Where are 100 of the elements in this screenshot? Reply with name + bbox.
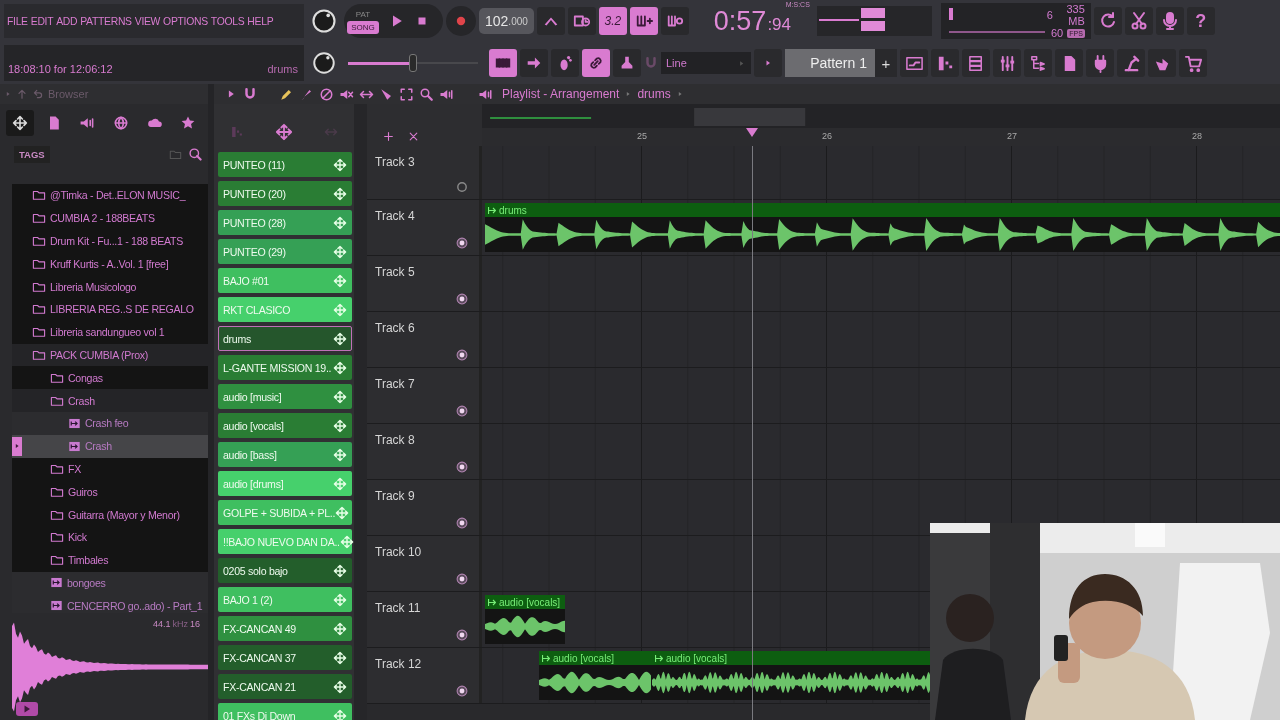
track-header[interactable]: Track 9	[367, 480, 482, 535]
track-header[interactable]: Track 12	[367, 648, 482, 703]
clip-source[interactable]: audio [bass]	[218, 442, 352, 467]
volume-knob[interactable]	[310, 7, 338, 35]
tree-item[interactable]: LIBRERIA REG..S DE REGALO	[12, 298, 208, 321]
browser-button[interactable]	[1024, 49, 1052, 77]
breadcrumb[interactable]: drums	[637, 87, 671, 101]
dot-icon	[455, 572, 469, 586]
tree-item[interactable]: FX	[12, 457, 208, 481]
magnet-icon[interactable]	[243, 87, 257, 101]
search-icon[interactable]	[188, 147, 202, 161]
clip-source[interactable]: PUNTEO (29)	[218, 239, 352, 264]
preview-play-button[interactable]	[16, 702, 38, 716]
arrow-button[interactable]	[520, 49, 548, 77]
clip-source[interactable]: FX-CANCAN 37	[218, 645, 352, 670]
scrollbar[interactable]	[354, 104, 367, 720]
snap-select[interactable]: Line	[661, 52, 751, 74]
menu-item[interactable]: EDIT	[30, 15, 54, 27]
menu-item[interactable]: TOOLS	[210, 15, 245, 27]
track-header[interactable]: Track 11	[367, 592, 482, 647]
clip-source[interactable]: FX-CANCAN 21	[218, 674, 352, 699]
tree-item[interactable]: Congas	[12, 366, 208, 390]
tree-item[interactable]: Crash	[12, 389, 208, 412]
zoom-icon[interactable]	[419, 86, 434, 102]
link-button[interactable]	[582, 49, 610, 77]
star-icon	[180, 115, 197, 131]
clip-source[interactable]: PUNTEO (11)	[218, 152, 352, 177]
tree-item[interactable]: Libreria sandungueo vol 1	[12, 320, 208, 344]
mode-toggle[interactable]: PAT	[347, 8, 379, 21]
microphone-button[interactable]	[1155, 7, 1184, 35]
memory-reading: 335 MB	[1065, 3, 1085, 27]
tree-item[interactable]: @Timka - Det..ELON MUSIC_	[12, 184, 208, 207]
tree-item[interactable]: CUMBIA 2 - 188BEATS	[12, 206, 208, 230]
clip-source[interactable]: drums	[218, 326, 352, 351]
clip-source[interactable]: PUNTEO (20)	[218, 181, 352, 206]
foot-button[interactable]	[551, 49, 579, 77]
audio-clip[interactable]: audio [vocals]	[652, 651, 930, 700]
help-button[interactable]: ?	[1186, 7, 1215, 35]
tree-item[interactable]: Guitarra (Mayor y Menor)	[12, 503, 208, 526]
file-button[interactable]	[1055, 49, 1083, 77]
rack-button[interactable]	[962, 49, 990, 77]
tempo-field[interactable]: 102.000	[479, 8, 534, 34]
pitch-knob[interactable]	[311, 50, 337, 76]
loop-button[interactable]	[660, 7, 689, 35]
playlist-button[interactable]	[900, 49, 928, 77]
typing-button[interactable]	[629, 7, 658, 35]
clip-source[interactable]: audio [vocals]	[218, 413, 352, 438]
track-header[interactable]: Track 10	[367, 536, 482, 591]
clip-source[interactable]: audio [music]	[218, 384, 352, 409]
wait-button[interactable]	[567, 7, 596, 35]
menu-item[interactable]: HELP	[247, 15, 274, 27]
bar-number: 27	[1007, 131, 1017, 141]
tree-item[interactable]: Libreria Musicologo	[12, 275, 208, 298]
clip-source[interactable]: 0205 solo bajo	[218, 558, 352, 583]
plug-button[interactable]	[1086, 49, 1114, 77]
add-pattern-button[interactable]: +	[875, 49, 897, 77]
plus-icon[interactable]	[383, 131, 394, 142]
tree-item[interactable]: PACK CUMBIA (Prox)	[12, 343, 208, 367]
track-header[interactable]: Track 6	[367, 312, 482, 367]
mixer-button[interactable]	[993, 49, 1021, 77]
move-tab[interactable]	[6, 110, 34, 136]
steps-button[interactable]	[931, 49, 959, 77]
step-button[interactable]: 3.2	[598, 7, 627, 35]
audio-file-icon	[68, 416, 81, 430]
select-icon[interactable]	[399, 86, 414, 102]
tree-item[interactable]: Drum Kit - Fu...1 - 188 BEATS	[12, 229, 208, 253]
close-icon[interactable]	[408, 131, 419, 142]
clip-source[interactable]: L-GANTE MISSION 19..	[218, 355, 352, 380]
tags-button[interactable]: TAGS	[14, 145, 50, 163]
scissors-button[interactable]	[1124, 7, 1153, 35]
menu-item[interactable]: OPTIONS	[163, 15, 208, 27]
volume-slider[interactable]	[348, 53, 478, 73]
move-icon[interactable]	[275, 123, 293, 141]
magnet-icon	[644, 56, 658, 70]
tree-item[interactable]: Kruff Kurtis - A..Vol. 1 [free]	[12, 252, 208, 276]
track-header[interactable]: Track 5	[367, 256, 482, 311]
tree-item[interactable]: Timbales	[12, 548, 208, 572]
audio-clip[interactable]: audio [vocals]	[485, 595, 565, 644]
track-header[interactable]: Track 7	[367, 368, 482, 423]
clip-source[interactable]: PUNTEO (28)	[218, 210, 352, 235]
nosign-icon[interactable]	[319, 86, 334, 102]
menu-item[interactable]: ADD	[56, 15, 78, 27]
menu-item[interactable]: VIEW	[134, 15, 161, 27]
tree-item[interactable]: Kick	[12, 525, 208, 549]
cart-button[interactable]	[1179, 49, 1207, 77]
menu-item[interactable]: FILE	[7, 15, 28, 27]
track-header[interactable]: Track 8	[367, 424, 482, 479]
clip-icon	[488, 598, 496, 606]
pattern-select[interactable]: Pattern 1	[785, 49, 875, 77]
audio-clip[interactable]: audio [vocals]	[539, 651, 652, 700]
record-button[interactable]	[446, 6, 476, 36]
refresh-button[interactable]	[1093, 7, 1122, 35]
tree-item[interactable]: Guiros	[12, 480, 208, 504]
track-header[interactable]: Track 4	[367, 200, 482, 255]
dot-icon	[455, 628, 469, 642]
track-header[interactable]: Track 3	[367, 146, 482, 199]
mode-toggle[interactable]: SONG	[347, 21, 379, 34]
menu-item[interactable]: PATTERNS	[80, 15, 132, 27]
clip-source[interactable]: FX-CANCAN 49	[218, 616, 352, 641]
tree-item[interactable]: Crash	[12, 434, 208, 458]
